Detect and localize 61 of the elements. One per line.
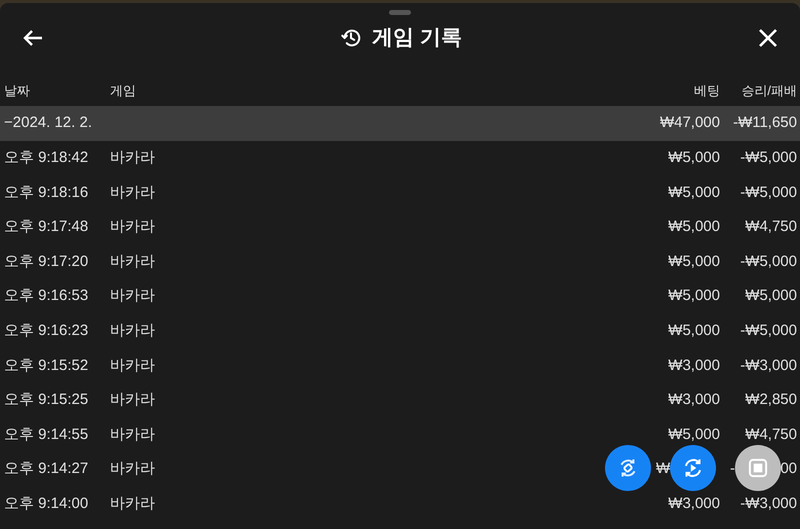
table-cell-text: 바카라: [110, 286, 156, 306]
table-cell-text: -₩5,000: [739, 252, 798, 272]
history-icon: [340, 27, 362, 49]
table-cell-text: ₩5,000: [667, 424, 720, 445]
table-cell-text: 오후 9:18:42: [3, 148, 90, 168]
floating-action-button[interactable]: [605, 445, 651, 491]
table-cell-text: ₩3,000: [667, 356, 720, 376]
table-cell-text: 오후 9:16:23: [3, 321, 90, 342]
table-cell-text: -₩3,000: [739, 356, 798, 376]
table-cell-text: 바카라: [110, 148, 156, 168]
table-cell-text: -₩3,000: [739, 494, 798, 514]
table-cell-text: 오후 9:14:00: [3, 494, 90, 514]
table-cell-text: -: [730, 459, 735, 480]
close-icon[interactable]: [758, 28, 778, 48]
table-cell-text: ₩47,000: [658, 113, 720, 134]
column-header: 날짜: [3, 82, 31, 100]
table-cell-text: ₩4,750: [744, 217, 798, 238]
table-cell-text: 바카라: [110, 182, 156, 203]
table-cell-text: ₩4,750: [744, 424, 798, 445]
table-cell-text: ₩5,000: [667, 321, 720, 342]
table-cell-text: ₩3,000: [667, 390, 720, 410]
floating-action-button[interactable]: [670, 445, 716, 491]
table-cell-text: -₩5,000: [739, 321, 798, 342]
table-cell-text: ₩5,000: [667, 217, 720, 238]
table-cell-text: 오후 9:14:55: [3, 424, 90, 445]
table-cell-text: 바카라: [110, 217, 156, 238]
table-cell-text: 오후 9:17:48: [3, 217, 90, 238]
table-cell-text: ₩2,850: [744, 390, 798, 410]
table-cell-text: 오후 9:15:52: [3, 356, 90, 376]
table-cell-text: 바카라: [110, 356, 156, 376]
drag-handle[interactable]: [389, 10, 411, 15]
table-cell-text: 오후 9:14:27: [3, 459, 90, 480]
column-header: 베팅: [693, 82, 720, 100]
table-cell-text: -₩5,000: [739, 148, 798, 168]
table-cell-text: 00: [780, 459, 797, 480]
table-cell-text: 바카라: [110, 252, 156, 272]
table-cell-text: ₩5,000: [667, 286, 720, 306]
window-title: 게임 기록: [372, 25, 462, 52]
table-cell-text: 바카라: [110, 424, 156, 445]
table-cell-text: -₩5,000: [739, 182, 798, 203]
table-cell-text: 바카라: [110, 459, 156, 480]
collapse-toggle[interactable]: −: [4, 112, 13, 135]
table-cell-text: ₩: [656, 459, 670, 480]
table-cell-text: ₩3,000: [667, 494, 720, 514]
table-cell-text: 오후 9:17:20: [3, 252, 90, 272]
table-cell-text: 오후 9:18:16: [3, 182, 90, 203]
group-date: 2024. 12. 2.: [12, 113, 92, 134]
table-cell-text: 바카라: [110, 321, 156, 342]
back-arrow-icon[interactable]: [22, 28, 44, 48]
table-cell-text: -₩11,650: [732, 113, 798, 134]
column-header: 승리/패배: [740, 82, 798, 100]
column-header: 게임: [110, 82, 137, 100]
table-cell-text: ₩5,000: [667, 182, 720, 203]
table-cell-text: 오후 9:16:53: [3, 286, 90, 306]
table-cell-text: 바카라: [110, 494, 156, 514]
table-cell-text: 오후 9:15:25: [3, 390, 90, 410]
table-cell-text: 바카라: [110, 390, 156, 410]
table-cell-text: ₩5,000: [667, 148, 720, 168]
table-cell-text: ₩5,000: [667, 252, 720, 272]
floating-action-button[interactable]: [735, 445, 781, 491]
table-cell-text: ₩5,000: [744, 286, 798, 306]
